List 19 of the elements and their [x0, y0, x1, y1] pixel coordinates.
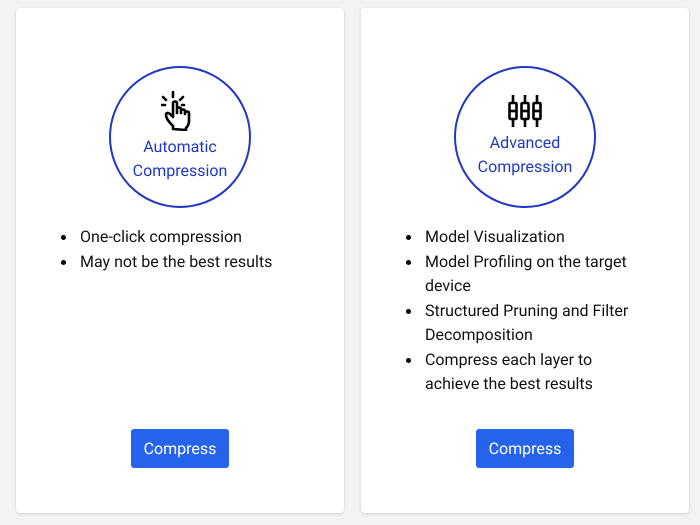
feature-text: Model Visualization: [425, 226, 565, 248]
feature-text: May not be the best results: [80, 250, 272, 272]
bullet-icon: [61, 235, 66, 240]
feature-text: One-click compression: [80, 226, 242, 248]
feature-text: Compress each layer to achieve the best results: [425, 348, 594, 395]
bullet-icon: [406, 308, 411, 314]
bullet-icon: [61, 260, 66, 264]
compress-button[interactable]: Compress: [476, 429, 574, 468]
option-title: Compression: [132, 160, 228, 182]
option-title: Automatic: [143, 136, 217, 158]
sliders-icon: [508, 95, 542, 127]
option-title: Advanced: [490, 132, 560, 154]
bullet-icon: [406, 358, 411, 362]
compress-button[interactable]: Compress: [131, 429, 229, 468]
bullet-icon: [406, 235, 411, 240]
feature-text: Model Profiling on the target device: [425, 250, 628, 297]
bullet-icon: [406, 260, 411, 264]
option-title: Compression: [478, 156, 572, 178]
feature-text: Structured Pruning and Filter Decomposition: [425, 300, 630, 346]
